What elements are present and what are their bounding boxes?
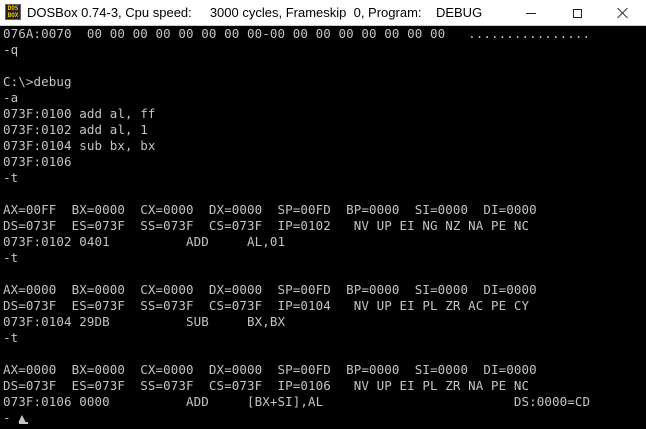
console-line: AX=0000 BX=0000 CX=0000 DX=0000 SP=00FD … — [3, 282, 537, 297]
dosbox-icon-text: DOS BOX — [7, 5, 19, 19]
console-line: DS=073F ES=073F SS=073F CS=073F IP=0106 … — [3, 378, 530, 393]
text-cursor — [19, 422, 28, 424]
window-title: DOSBox 0.74-3, Cpu speed: 3000 cycles, F… — [27, 5, 483, 20]
console-line: 073F:0106 — [3, 154, 72, 169]
console-line: AX=00FF BX=0000 CX=0000 DX=0000 SP=00FD … — [3, 202, 537, 217]
close-button[interactable] — [600, 0, 646, 26]
minimize-button[interactable] — [508, 0, 554, 26]
close-icon — [617, 7, 629, 19]
console-line: C:\>debug — [3, 74, 72, 89]
console-line: -q — [3, 42, 19, 57]
console-line: 073F:0102 0401 ADD AL,01 — [3, 234, 286, 249]
console-line: -t — [3, 330, 19, 345]
console-line: 076A:0070 00 00 00 00 00 00 00 00-00 00 … — [3, 26, 591, 41]
dos-console[interactable]: 076A:0070 00 00 00 00 00 00 00 00-00 00 … — [0, 26, 646, 429]
console-line: DS=073F ES=073F SS=073F CS=073F IP=0104 … — [3, 298, 530, 313]
console-line: 073F:0100 add al, ff — [3, 106, 156, 121]
console-line: AX=0000 BX=0000 CX=0000 DX=0000 SP=00FD … — [3, 362, 537, 377]
maximize-icon — [572, 8, 582, 18]
console-line: -t — [3, 170, 19, 185]
console-line: 073F:0102 add al, 1 — [3, 122, 148, 137]
console-line: -a — [3, 90, 19, 105]
console-line: 073F:0106 0000 ADD [BX+SI],AL DS:0000=CD — [3, 394, 591, 409]
maximize-button[interactable] — [554, 0, 600, 26]
title-bar[interactable]: DOS BOX DOSBox 0.74-3, Cpu speed: 3000 c… — [0, 0, 646, 26]
console-line: 073F:0104 29DB SUB BX,BX — [3, 314, 286, 329]
console-line: DS=073F ES=073F SS=073F CS=073F IP=0102 … — [3, 218, 530, 233]
console-line: -t — [3, 250, 19, 265]
dosbox-icon[interactable]: DOS BOX — [5, 4, 21, 20]
minimize-icon — [526, 12, 536, 14]
console-line: 073F:0104 sub bx, bx — [3, 138, 156, 153]
